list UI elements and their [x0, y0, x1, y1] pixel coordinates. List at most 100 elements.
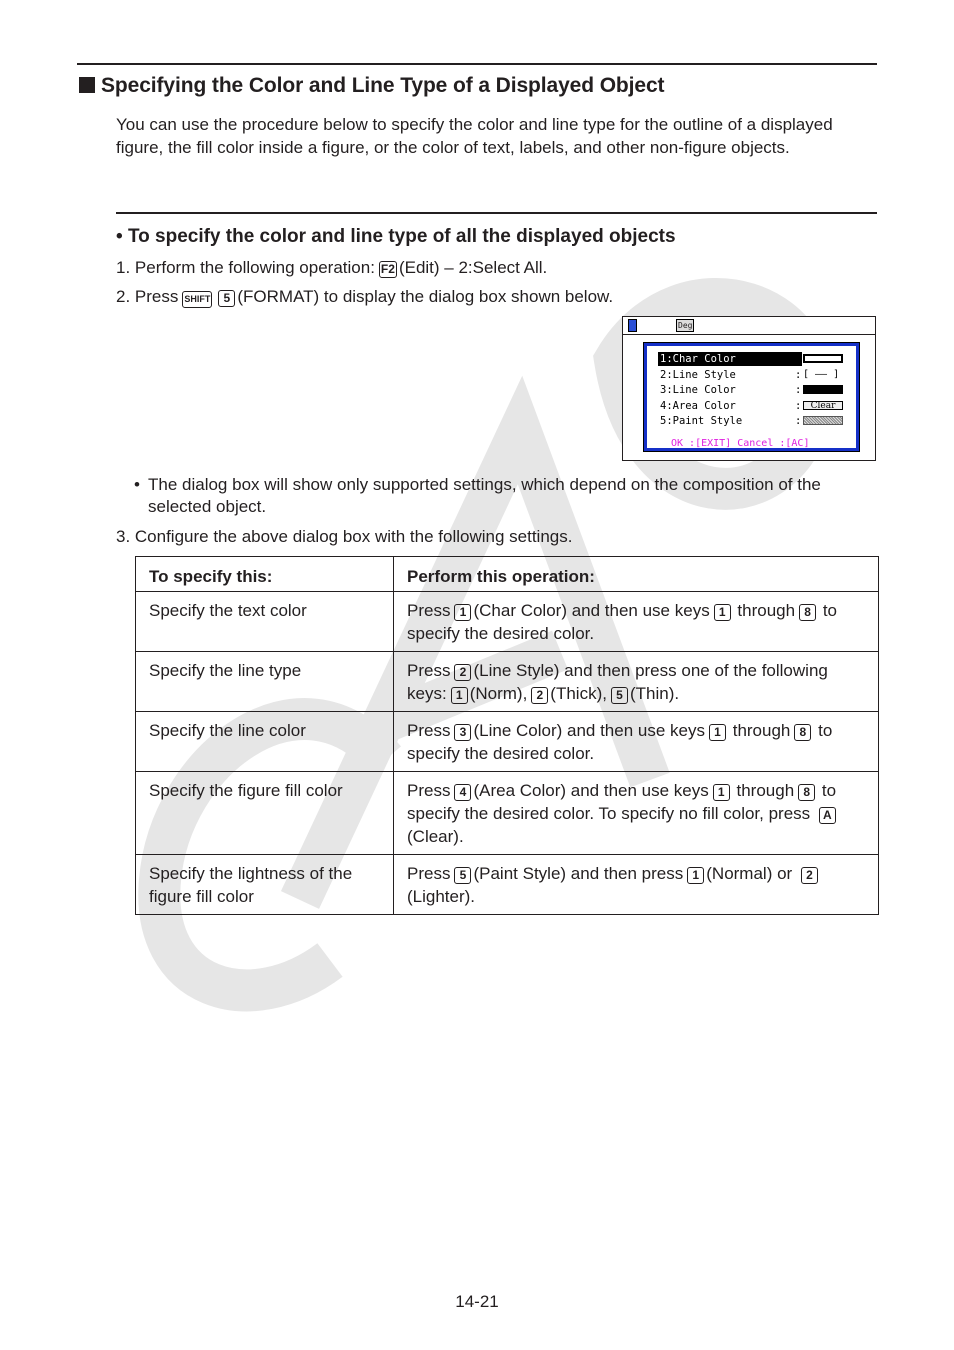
table-cell-operation: Press 5 (Paint Style) and then press 1 (Norm… [393, 854, 879, 915]
table-cell-what: Specify the line type [135, 651, 394, 712]
key-shift-icon: SHIFT [182, 291, 213, 308]
step-1-text: 1. Perform the following operation: [116, 258, 375, 277]
operation-text: through [728, 721, 791, 740]
operation-text: (Lighter). [407, 887, 476, 906]
step-1: 1. Perform the following operation: F2 (Ed… [116, 256, 547, 279]
subsection-heading: • To specify the color and line type of … [116, 226, 676, 248]
subsection-title-text: To specify the color and line type of al… [127, 226, 676, 247]
page-number: 14-21 [455, 1292, 499, 1311]
dialog-item-colon: : [795, 353, 802, 365]
key-1-icon: 1 [713, 604, 731, 621]
square-bullet-icon [79, 77, 95, 93]
dialog-item-line-style: 2:Line Style : [ —— ] [658, 368, 848, 382]
key-1-icon: 1 [709, 724, 726, 741]
key-4-icon: 4 [454, 784, 472, 801]
table-cell-operation: Press 1 (Char Color) and then use keys 1 th… [393, 591, 879, 652]
table-cell-what: Specify the lightness of the figure fill… [135, 854, 394, 915]
table-header-row: To specify this: Perform this operation: [135, 556, 879, 592]
operation-text: (Area Color) and then use keys [473, 781, 709, 800]
operation-text: Press [407, 864, 451, 883]
note: • The dialog box will show only supporte… [134, 474, 879, 518]
dialog-item-char-color: 1:Char Color : [658, 352, 848, 366]
operation-text: (Char Color) and then use keys [473, 601, 710, 620]
battery-icon [628, 319, 637, 332]
calc-status-bar: Deg [623, 317, 875, 335]
section-intro: You can use the procedure below to speci… [116, 115, 833, 157]
operation-text: (Norm), [469, 684, 528, 703]
operation-text: (Clear). [407, 827, 464, 846]
key-5-icon: 5 [454, 867, 472, 884]
key-5-icon: 5 [218, 290, 236, 307]
dialog-item-label: 2:Line Style [660, 368, 736, 381]
key-8-icon: 8 [798, 784, 816, 801]
step-3: 3. Configure the above dialog box with t… [116, 527, 573, 546]
key-a-icon: A [818, 807, 836, 824]
calculator-screenshot: Deg 1:Char Color : 2:Line Style : [ —— ]… [622, 316, 876, 461]
key-1-icon: 1 [687, 867, 705, 884]
subsection-rule [116, 212, 877, 214]
key-8-icon: 8 [799, 604, 817, 621]
table-row: Specify the lightness of the figure fill… [135, 854, 879, 915]
settings-table: To specify this: Perform this operation:… [135, 556, 879, 915]
key-2-icon: 2 [531, 687, 549, 704]
format-dialog: 1:Char Color : 2:Line Style : [ —— ] 3:L… [643, 342, 860, 452]
line-style-value: [ —— ] [803, 368, 840, 380]
table-cell-what: Specify the figure fill color [135, 771, 394, 855]
table-row: Specify the figure fill color Press 4 (Area… [135, 771, 879, 855]
key-2-icon: 2 [800, 867, 818, 884]
table-cell-operation: Press 2 (Line Style) and then press one of… [393, 651, 879, 712]
dialog-item-area-color: 4:Area Color : Clear [658, 399, 848, 413]
bullet-icon: • [134, 475, 140, 494]
table-cell-what: Specify the text color [135, 591, 394, 652]
dialog-item-paint-style: 5:Paint Style : [658, 414, 848, 428]
angle-mode-indicator: Deg [676, 319, 695, 332]
dialog-item-colon: : [795, 415, 802, 427]
section-title-text: Specifying the Color and Line Type of a … [101, 74, 665, 97]
operation-text: Press [407, 661, 451, 680]
key-5-icon: 5 [610, 687, 628, 704]
line-color-swatch [803, 385, 843, 394]
key-f2-icon: F2 [378, 261, 397, 278]
key-2-icon: 2 [454, 664, 472, 681]
dialog-item-label: 5:Paint Style [660, 415, 743, 427]
area-color-value: Clear [803, 400, 843, 410]
dialog-item-colon: : [795, 399, 802, 412]
table-cell-what: Specify the line color [135, 711, 394, 772]
operation-text: (Thin). [629, 684, 680, 703]
key-1-icon: 1 [454, 604, 472, 621]
operation-text: (Normal) or [706, 864, 797, 883]
operation-text: through [732, 601, 796, 620]
dialog-item-colon: : [795, 368, 802, 381]
operation-text: (Line Color) and then use keys [473, 721, 705, 740]
key-1-icon: 1 [712, 784, 730, 801]
key-1-icon: 1 [450, 687, 468, 704]
note-text: The dialog box will show only supported … [148, 475, 821, 516]
table-row: Specify the line type Press 2 (Line Style) … [135, 651, 879, 712]
table-header-operation: Perform this operation: [393, 556, 879, 592]
operation-text: (Thick), [550, 684, 607, 703]
step-2-suffix: (FORMAT) to display the dialog box shown… [237, 287, 614, 306]
operation-text: through [731, 781, 795, 800]
dialog-item-colon: : [795, 384, 802, 396]
operation-text: Press [407, 601, 451, 620]
step-2-text: 2. Press [116, 287, 179, 306]
table-body: Specify the text color Press 1 (Char Color)… [135, 591, 879, 915]
paint-style-pattern [803, 416, 843, 425]
section-heading: Specifying the Color and Line Type of a … [79, 74, 665, 98]
operation-text: Press [407, 721, 451, 740]
step-1-suffix: (Edit) – 2:Select All. [398, 258, 548, 277]
char-color-swatch [803, 354, 843, 363]
dialog-item-label: 1:Char Color [658, 352, 802, 366]
table-row: Specify the line color Press 3 (Line Color)… [135, 711, 879, 772]
operation-text: Press [407, 781, 451, 800]
table-row: Specify the text color Press 1 (Char Color)… [135, 591, 879, 652]
key-8-icon: 8 [794, 724, 812, 741]
operation-text: (Paint Style) and then press [473, 864, 684, 883]
section-top-rule [77, 63, 877, 65]
step-2: 2. Press SHIFT 5 (FORMAT) to display the di… [116, 285, 613, 308]
dialog-item-label: 3:Line Color [660, 384, 736, 396]
key-3-icon: 3 [454, 724, 472, 741]
bullet-icon: • [116, 226, 123, 247]
dialog-item-line-color: 3:Line Color : [658, 383, 848, 397]
table-cell-operation: Press 4 (Area Color) and then use keys 1 th… [393, 771, 879, 855]
